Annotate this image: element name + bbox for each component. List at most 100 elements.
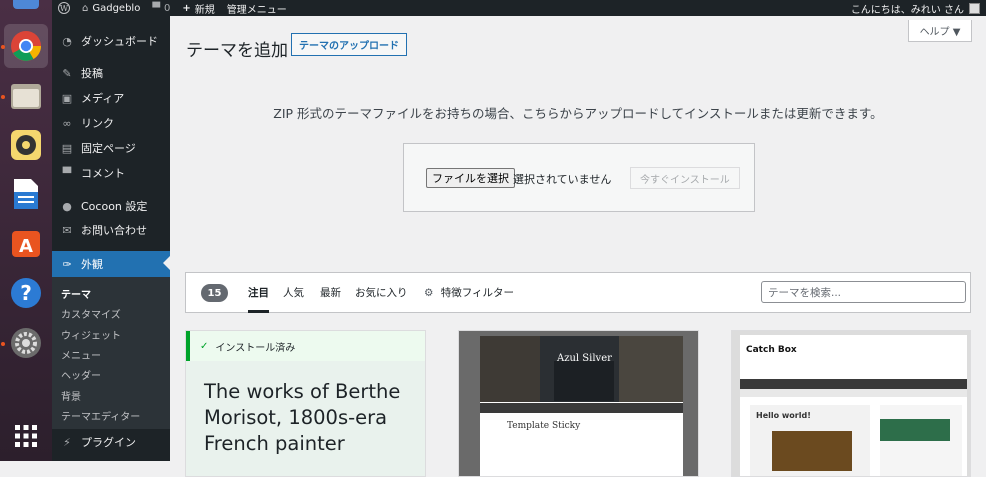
rhythmbox-icon[interactable] (4, 123, 48, 167)
pin-icon: ✎ (62, 66, 72, 80)
sidebar-item-comments[interactable]: ▀ コメント (52, 161, 170, 185)
files-icon[interactable] (4, 74, 48, 118)
install-now-button[interactable]: 今すぐインストール (630, 167, 740, 189)
site-name-link[interactable]: ⌂ Gadgeblo (76, 0, 146, 16)
tab-latest[interactable]: 最新 (320, 285, 341, 300)
theme-post-title-catch-box: Hello world! (756, 411, 811, 420)
submenu-themes[interactable]: テーマ (61, 286, 91, 301)
theme-filter-bar: 15 注目 人気 最新 お気に入り ⚙ 特徴フィルター テーマを検索... (185, 272, 971, 313)
sidebar-item-label: 外観 (81, 258, 103, 271)
home-icon: ⌂ (82, 2, 89, 14)
theme-search-input[interactable]: テーマを検索... (761, 281, 966, 303)
comments-count: 0 (164, 2, 171, 14)
submenu-customize[interactable]: カスタマイズ (61, 306, 121, 321)
comment-icon: ▀ (152, 2, 161, 14)
cocoon-icon: ● (62, 199, 72, 213)
file-status-text: 選択されていません (513, 173, 612, 186)
greeting-text: こんにちは、みれい さん (850, 4, 964, 16)
dock-app-partial[interactable] (4, 0, 48, 20)
sidebar-item-posts[interactable]: ✎ 投稿 (52, 61, 170, 85)
feature-filter-button[interactable]: ⚙ 特徴フィルター (424, 285, 514, 300)
sidebar-item-label: メディア (81, 92, 125, 105)
tab-popular[interactable]: 人気 (283, 285, 304, 300)
comments-link[interactable]: ▀ 0 (146, 0, 176, 16)
theme-screenshot: The works of Berthe Morisot, 1800s-era F… (186, 361, 425, 476)
theme-title-azul: Azul Silver (557, 353, 612, 364)
sidebar-item-label: お問い合わせ (81, 224, 147, 237)
sidebar-item-label: Cocoon 設定 (81, 200, 148, 213)
wp-logo-icon[interactable]: W (52, 0, 76, 16)
new-link[interactable]: + 新規 (176, 0, 220, 16)
avatar (969, 2, 980, 14)
installed-label: インストール済み (215, 342, 296, 354)
svg-text:?: ? (20, 281, 32, 305)
submenu-menus[interactable]: メニュー (61, 347, 101, 362)
theme-card-azul-silver[interactable]: Azul Silver Template Sticky (458, 330, 699, 477)
admin-bar: W ⌂ Gadgeblo ▀ 0 + 新規 管理メニュー こんにちは、みれい さ… (52, 0, 986, 16)
appearance-icon: ✑ (62, 257, 72, 271)
dashboard-icon: ◔ (62, 34, 72, 48)
manage-menu-link[interactable]: 管理メニュー (221, 0, 293, 16)
sidebar-item-label: プラグイン (81, 436, 136, 449)
chrome-icon[interactable] (4, 24, 48, 68)
sidebar-item-cocoon[interactable]: ● Cocoon 設定 (52, 194, 170, 218)
page-icon: ▤ (61, 141, 73, 155)
my-account-link[interactable]: こんにちは、みれい さん (845, 0, 986, 16)
link-icon: ∞ (62, 116, 72, 130)
sidebar-item-dashboard[interactable]: ◔ ダッシュボード (52, 29, 170, 53)
theme-title-catch-box: Catch Box (746, 345, 797, 355)
theme-count-badge: 15 (201, 284, 228, 302)
submenu-theme-editor[interactable]: テーマエディター (61, 408, 140, 423)
installed-notice: ✓ インストール済み (186, 331, 425, 361)
submenu-widgets[interactable]: ウィジェット (61, 327, 121, 342)
submenu-background[interactable]: 背景 (61, 388, 81, 403)
ubuntu-dock: A ? (0, 0, 52, 461)
site-name: Gadgeblo (92, 2, 141, 14)
check-icon: ✓ (200, 340, 209, 352)
help-icon[interactable]: ? (4, 271, 48, 315)
sidebar-item-label: 固定ページ (81, 142, 136, 155)
main-content: テーマを追加 テーマのアップロード ヘルプ ▼ ZIP 形式のテーマファイルをお… (170, 16, 986, 477)
new-label: 新規 (194, 4, 215, 16)
sidebar-item-media[interactable]: ▣ メディア (52, 86, 170, 110)
sidebar-item-label: リンク (81, 117, 114, 130)
tab-featured[interactable]: 注目 (248, 285, 269, 313)
sidebar-item-label: コメント (81, 167, 125, 180)
upload-description: ZIP 形式のテーマファイルをお持ちの場合、こちらからアップロードしてインストー… (273, 106, 883, 121)
manage-menu-label: 管理メニュー (226, 4, 287, 16)
theme-preview-text: The works of Berthe Morisot, 1800s-era F… (204, 380, 401, 455)
theme-card-installed[interactable]: ✓ インストール済み The works of Berthe Morisot, … (185, 330, 426, 477)
page-title: テーマを追加 (186, 41, 288, 61)
sidebar-item-links[interactable]: ∞ リンク (52, 111, 170, 135)
svg-text:A: A (19, 236, 33, 257)
current-menu-arrow (163, 256, 170, 270)
writer-icon[interactable] (4, 172, 48, 216)
sidebar-item-label: 投稿 (81, 67, 103, 80)
sidebar-item-contact[interactable]: ✉ お問い合わせ (52, 218, 170, 242)
tab-favorites[interactable]: お気に入り (355, 285, 408, 300)
software-center-icon[interactable]: A (4, 221, 48, 265)
theme-post-title-azul: Template Sticky (507, 421, 581, 431)
sidebar-item-plugins[interactable]: ⚡ プラグイン (52, 430, 170, 454)
feature-filter-label: 特徴フィルター (440, 287, 515, 299)
mail-icon: ✉ (62, 223, 72, 237)
appearance-submenu: テーマ カスタマイズ ウィジェット メニュー ヘッダー 背景 テーマエディター (52, 277, 170, 429)
comment-icon: ▀ (62, 166, 72, 180)
sidebar-item-pages[interactable]: ▤ 固定ページ (52, 136, 170, 160)
gear-icon: ⚙ (424, 287, 434, 299)
show-apps-icon[interactable] (4, 414, 48, 458)
choose-file-button[interactable]: ファイルを選択 (426, 168, 515, 188)
theme-card-catch-box[interactable]: Catch Box Hello world! (731, 330, 971, 477)
search-placeholder: テーマを検索... (768, 286, 842, 299)
upload-theme-button[interactable]: テーマのアップロード (291, 33, 407, 56)
svg-text:W: W (60, 4, 69, 13)
settings-icon[interactable] (4, 321, 48, 365)
admin-sidebar: ◔ ダッシュボード ✎ 投稿 ▣ メディア ∞ リンク ▤ 固定ページ ▀ コメ… (52, 16, 170, 461)
submenu-header[interactable]: ヘッダー (61, 367, 101, 382)
sidebar-item-label: ダッシュボード (81, 35, 158, 48)
help-button[interactable]: ヘルプ ▼ (908, 20, 972, 42)
media-icon: ▣ (61, 91, 73, 105)
upload-form: ファイルを選択 選択されていません 今すぐインストール (403, 143, 755, 212)
sidebar-item-appearance[interactable]: ✑ 外観 (52, 251, 170, 277)
plus-icon: + (182, 2, 191, 14)
